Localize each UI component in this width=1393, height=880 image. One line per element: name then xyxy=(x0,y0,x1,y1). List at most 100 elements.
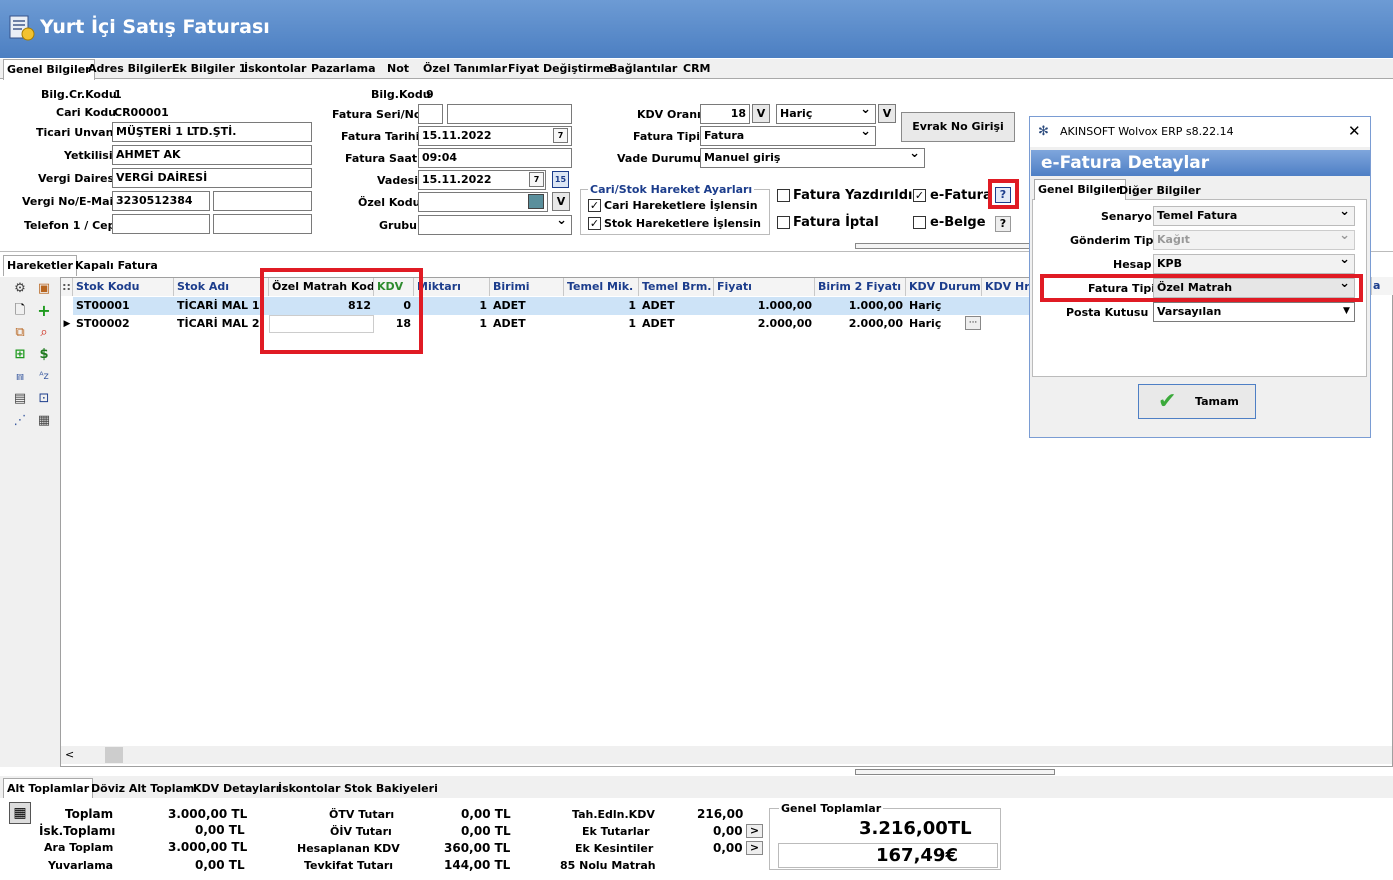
tab-not[interactable]: Not xyxy=(384,59,412,79)
dollar-icon[interactable]: $ xyxy=(36,347,52,363)
col-stok-kodu[interactable]: Stok Kodu xyxy=(73,278,174,296)
add-icon[interactable]: + xyxy=(36,303,52,319)
col-kdv-durumu[interactable]: KDV Durumu xyxy=(906,278,982,296)
tab-crm[interactable]: CRM xyxy=(680,59,714,79)
col-temel-brm[interactable]: Temel Brm. xyxy=(639,278,714,296)
vade-durumu-select[interactable]: Manuel giriş xyxy=(700,148,925,168)
tab-ek-bilgiler[interactable]: Ek Bilgiler 1 xyxy=(169,59,249,79)
tab-kapali-fatura[interactable]: Kapalı Fatura xyxy=(72,256,161,276)
col-birim2[interactable]: Birim 2 Fiyatı xyxy=(815,278,906,296)
vade-calendar-icon[interactable]: 7 xyxy=(529,172,544,187)
network-icon[interactable]: ⋰ xyxy=(12,413,28,429)
ozel-kodu-v-button[interactable]: V xyxy=(552,192,570,211)
dialog-tab-genel[interactable]: Genel Bilgiler xyxy=(1034,179,1126,200)
sort-icon[interactable]: ᴬᴢ xyxy=(36,369,52,385)
tab-baglantilar[interactable]: Bağlantılar xyxy=(606,59,680,79)
ek-tutarlar-button[interactable]: > xyxy=(746,824,763,838)
fatura-tarihi-field[interactable]: 15.11.2022 xyxy=(418,126,572,146)
kdv-durumu-ellipsis-button[interactable]: ··· xyxy=(965,316,981,330)
tab-ozel-tanimlar[interactable]: Özel Tanımlar xyxy=(420,59,510,79)
cell-temel-brm[interactable]: ADET xyxy=(639,297,714,315)
splitter-bottom[interactable] xyxy=(855,769,1055,775)
gonderim-tipi-select[interactable]: Kağıt xyxy=(1153,230,1355,250)
evrak-no-button[interactable]: Evrak No Girişi xyxy=(901,112,1015,142)
kdv-orani-field[interactable]: 18 xyxy=(700,104,750,124)
cell-stok-kodu[interactable]: ST00001 xyxy=(73,297,174,315)
tab-hareketler[interactable]: Hareketler xyxy=(3,255,77,276)
scroll-thumb[interactable] xyxy=(105,747,123,763)
bridge-icon[interactable]: ⩎ xyxy=(12,369,28,385)
vergi-no-field[interactable]: 3230512384 xyxy=(112,191,210,211)
tab-pazarlama[interactable]: Pazarlama xyxy=(308,59,379,79)
col-stok-adi[interactable]: Stok Adı xyxy=(174,278,269,296)
tab-adres-bilgileri[interactable]: Adres Bilgileri xyxy=(85,59,179,79)
cell-temel-mik[interactable]: 1 xyxy=(564,297,639,315)
tab-genel-bilgiler[interactable]: Genel Bilgiler xyxy=(3,59,95,80)
report-icon[interactable]: ▦ xyxy=(36,413,52,429)
tab-iskontolar[interactable]: İskontolar xyxy=(241,59,309,79)
cell-miktar[interactable]: 1 xyxy=(414,297,490,315)
tab-doviz-alt-toplam[interactable]: Döviz Alt Toplam xyxy=(88,779,197,799)
posta-kutusu-select[interactable]: Varsayılan xyxy=(1153,302,1355,322)
cell-birim2[interactable]: 2.000,00 xyxy=(815,315,906,333)
stok-hareket-checkbox[interactable]: ✓ xyxy=(588,217,601,230)
box-icon[interactable]: ▣ xyxy=(36,281,52,297)
tab-kdv-detaylari[interactable]: KDV Detayları xyxy=(190,779,283,799)
cell-stok-adi[interactable]: TİCARİ MAL 2 xyxy=(174,315,269,333)
hesap-select[interactable]: KPB xyxy=(1153,254,1355,274)
fatura-no-field[interactable] xyxy=(447,104,572,124)
e-belge-help-button[interactable]: ? xyxy=(995,216,1011,232)
telefon-field[interactable] xyxy=(112,214,210,234)
fatura-iptal-checkbox[interactable] xyxy=(777,216,790,229)
email-field[interactable] xyxy=(213,191,312,211)
e-belge-checkbox[interactable] xyxy=(913,216,926,229)
cell-miktar[interactable]: 1 xyxy=(414,315,490,333)
cell-kdv-durumu[interactable]: Hariç xyxy=(906,297,982,315)
grid-hscroll[interactable] xyxy=(61,746,1392,764)
calendar-icon[interactable]: 7 xyxy=(553,128,568,143)
list-icon[interactable]: ▤ xyxy=(12,391,28,407)
fatura-yazdirildi-checkbox[interactable] xyxy=(777,189,790,202)
search-icon[interactable]: ⌕ xyxy=(36,325,52,341)
vadesi-field[interactable]: 15.11.2022 xyxy=(418,170,546,190)
barcode-icon[interactable]: ⊡ xyxy=(36,391,52,407)
ticari-unvani-field[interactable]: MÜŞTERİ 1 LTD.ŞTİ. xyxy=(112,122,312,142)
fatura-seri-field[interactable] xyxy=(418,104,443,124)
col-miktar[interactable]: Miktarı xyxy=(414,278,490,296)
splitter-top[interactable] xyxy=(855,243,1055,249)
kdv-v-button[interactable]: V xyxy=(752,104,770,123)
col-temel-mik[interactable]: Temel Mik. xyxy=(564,278,639,296)
tamam-button[interactable]: Tamam xyxy=(1138,384,1256,419)
cell-fiyati[interactable]: 2.000,00 xyxy=(714,315,815,333)
fatura-tipi-select[interactable]: Fatura xyxy=(700,126,876,146)
yetkilisi-field[interactable]: AHMET AK xyxy=(112,145,312,165)
cell-birim2[interactable]: 1.000,00 xyxy=(815,297,906,315)
vergi-dairesi-field[interactable]: VERGİ DAİRESİ xyxy=(112,168,312,188)
cell-birimi[interactable]: ADET xyxy=(490,297,564,315)
tab-fiyat-degistirme[interactable]: Fiyat Değiştirme xyxy=(505,59,614,79)
cell-temel-brm[interactable]: ADET xyxy=(639,315,714,333)
tab-iskontolar-bottom[interactable]: İskontolar xyxy=(275,779,343,799)
kdv-haric-select[interactable]: Hariç xyxy=(776,104,876,124)
tab-stok-bakiyeleri[interactable]: Stok Bakiyeleri xyxy=(341,779,441,799)
col-birimi[interactable]: Birimi xyxy=(490,278,564,296)
senaryo-select[interactable]: Temel Fatura xyxy=(1153,206,1355,226)
calculator-icon[interactable]: ▦ xyxy=(9,802,31,824)
copy-icon[interactable]: ⧉ xyxy=(12,325,28,341)
scroll-left-icon[interactable]: < xyxy=(65,748,74,761)
e-fatura-checkbox[interactable]: ✓ xyxy=(913,189,926,202)
cell-stok-adi[interactable]: TİCARİ MAL 1 xyxy=(174,297,269,315)
ek-kesintiler-button[interactable]: > xyxy=(746,841,763,855)
haric-v-button[interactable]: V xyxy=(878,104,896,123)
insert-icon[interactable]: ⊞ xyxy=(12,347,28,363)
picture-icon[interactable] xyxy=(528,194,544,209)
cari-hareket-checkbox[interactable]: ✓ xyxy=(588,199,601,212)
col-fiyati[interactable]: Fiyatı xyxy=(714,278,815,296)
dialog-tab-diger[interactable]: Diğer Bilgiler xyxy=(1116,181,1204,201)
close-icon[interactable]: ✕ xyxy=(1348,122,1361,140)
tab-alt-toplamlar[interactable]: Alt Toplamlar xyxy=(3,778,94,799)
new-doc-icon[interactable]: 🗋 xyxy=(12,303,28,319)
cep-field[interactable] xyxy=(213,214,312,234)
cell-birimi[interactable]: ADET xyxy=(490,315,564,333)
cell-stok-kodu[interactable]: ST00002 xyxy=(73,315,174,333)
